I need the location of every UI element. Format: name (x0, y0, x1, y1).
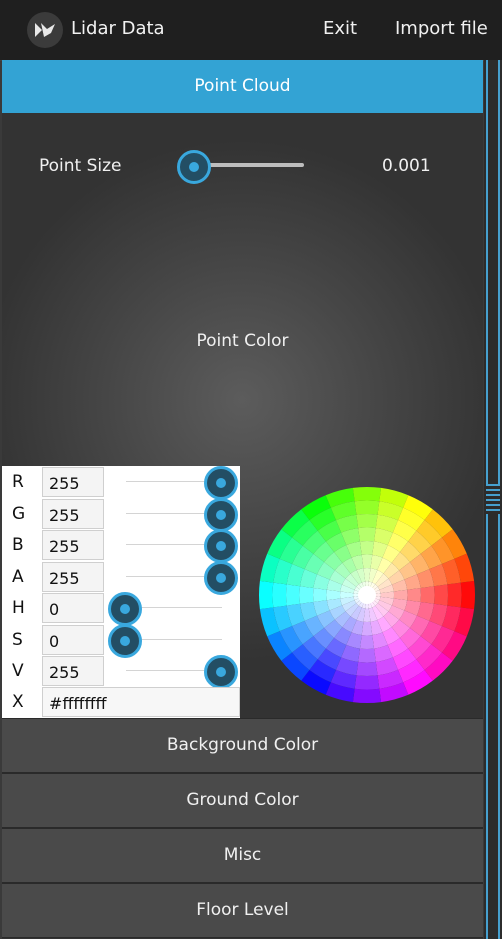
color-wheel-segment[interactable] (393, 589, 408, 601)
color-wheel-segment[interactable] (359, 541, 375, 555)
channel-slider-knob[interactable] (108, 592, 142, 626)
channel-value-input[interactable]: 255 (42, 562, 104, 592)
channel-slider[interactable] (106, 466, 240, 500)
channel-letter: H (12, 598, 25, 618)
channel-slider[interactable] (106, 655, 240, 689)
color-wheel-segment[interactable] (359, 635, 375, 649)
color-wheel-segment[interactable] (313, 587, 327, 603)
point-color-label: Point Color (196, 331, 289, 351)
scrollbar-grip[interactable] (486, 484, 500, 514)
color-wheel-segment[interactable] (420, 586, 435, 604)
channel-slider-knob[interactable] (204, 466, 238, 500)
point-cloud-section-header[interactable]: Point Cloud (2, 60, 483, 113)
floor-level-section-header[interactable]: Floor Level (2, 883, 483, 938)
color-wheel-segment[interactable] (354, 500, 380, 515)
settings-panel: Point Cloud Point Size 0.001 Point Color… (2, 60, 483, 939)
color-wheel-segment[interactable] (361, 554, 373, 569)
point-size-label: Point Size (39, 156, 122, 176)
color-wheel-segment[interactable] (286, 584, 301, 606)
color-wheel-segment[interactable] (358, 648, 376, 663)
channel-value-input[interactable]: 255 (42, 656, 104, 686)
channel-slider[interactable] (106, 592, 240, 626)
channel-slider-knob[interactable] (204, 529, 238, 563)
channel-slider-knob[interactable] (204, 498, 238, 532)
channel-value-input[interactable]: 0 (42, 625, 104, 655)
color-wheel-segment[interactable] (354, 675, 380, 690)
misc-section-header[interactable]: Misc (2, 828, 483, 883)
color-wheel-segment[interactable] (433, 584, 448, 606)
channel-value-input[interactable]: 255 (42, 530, 104, 560)
channel-editor: R 255 G 255 B 255 A 255 H 0 S 0 V 255 X #ffffffff (2, 466, 240, 718)
channel-letter: S (12, 630, 23, 650)
color-wheel-segment[interactable] (407, 587, 421, 603)
color-wheel-segment[interactable] (352, 487, 382, 502)
color-wheel-segment[interactable] (352, 688, 382, 703)
color-wheel[interactable] (256, 484, 478, 706)
channel-row-a: A 255 (2, 561, 240, 595)
color-wheel-segment[interactable] (358, 527, 376, 542)
channel-value-input[interactable]: 255 (42, 467, 104, 497)
color-wheel-segment[interactable] (447, 582, 462, 608)
point-size-value: 0.001 (382, 156, 431, 176)
channel-letter: A (12, 567, 24, 587)
color-wheel-segment[interactable] (299, 586, 314, 604)
channel-row-r: R 255 (2, 466, 240, 500)
channel-slider-knob[interactable] (108, 624, 142, 658)
app-title: Lidar Data (71, 18, 165, 39)
channel-letter: G (12, 504, 26, 524)
color-wheel-segment[interactable] (259, 580, 274, 610)
channel-letter: B (12, 535, 24, 555)
hex-color-input[interactable]: #ffffffff (42, 687, 240, 717)
scrollbar[interactable] (484, 60, 502, 939)
channel-letter: V (12, 661, 24, 681)
hex-letter: X (12, 692, 24, 712)
point-size-slider-knob[interactable] (177, 150, 211, 184)
channel-row-b: B 255 (2, 529, 240, 563)
channel-slider-knob[interactable] (204, 655, 238, 689)
channel-value-input[interactable]: 255 (42, 499, 104, 529)
app-bar: Lidar Data Exit Import file (0, 0, 502, 61)
exit-button[interactable]: Exit (323, 18, 357, 39)
channel-row-h: H0 (2, 592, 240, 626)
color-wheel-segment[interactable] (460, 580, 475, 610)
import-file-button[interactable]: Import file (395, 18, 488, 39)
channel-slider[interactable] (106, 498, 240, 532)
app-logo-icon (27, 12, 63, 48)
color-wheel-segment[interactable] (356, 661, 378, 676)
channel-slider[interactable] (106, 529, 240, 563)
color-wheel-segment[interactable] (272, 582, 287, 608)
channel-row-s: S0 (2, 624, 240, 658)
channel-slider-knob[interactable] (204, 561, 238, 595)
channel-slider[interactable] (106, 624, 240, 658)
channel-letter: R (12, 472, 24, 492)
channel-slider[interactable] (106, 561, 240, 595)
ground-color-section-header[interactable]: Ground Color (2, 773, 483, 828)
channel-value-input[interactable]: 0 (42, 593, 104, 623)
hex-row: X #ffffffff (2, 686, 240, 718)
channel-row-g: G 255 (2, 498, 240, 532)
point-size-slider[interactable] (174, 146, 308, 184)
channel-row-v: V 255 (2, 655, 240, 689)
background-color-section-header[interactable]: Background Color (2, 718, 483, 773)
color-wheel-center[interactable] (358, 586, 376, 604)
color-wheel-segment[interactable] (361, 621, 373, 636)
color-wheel-segment[interactable] (326, 589, 341, 601)
color-wheel-segment[interactable] (356, 514, 378, 529)
color-picker: R 255 G 255 B 255 A 255 H 0 S 0 V 255 X #ffffffff (2, 466, 483, 718)
